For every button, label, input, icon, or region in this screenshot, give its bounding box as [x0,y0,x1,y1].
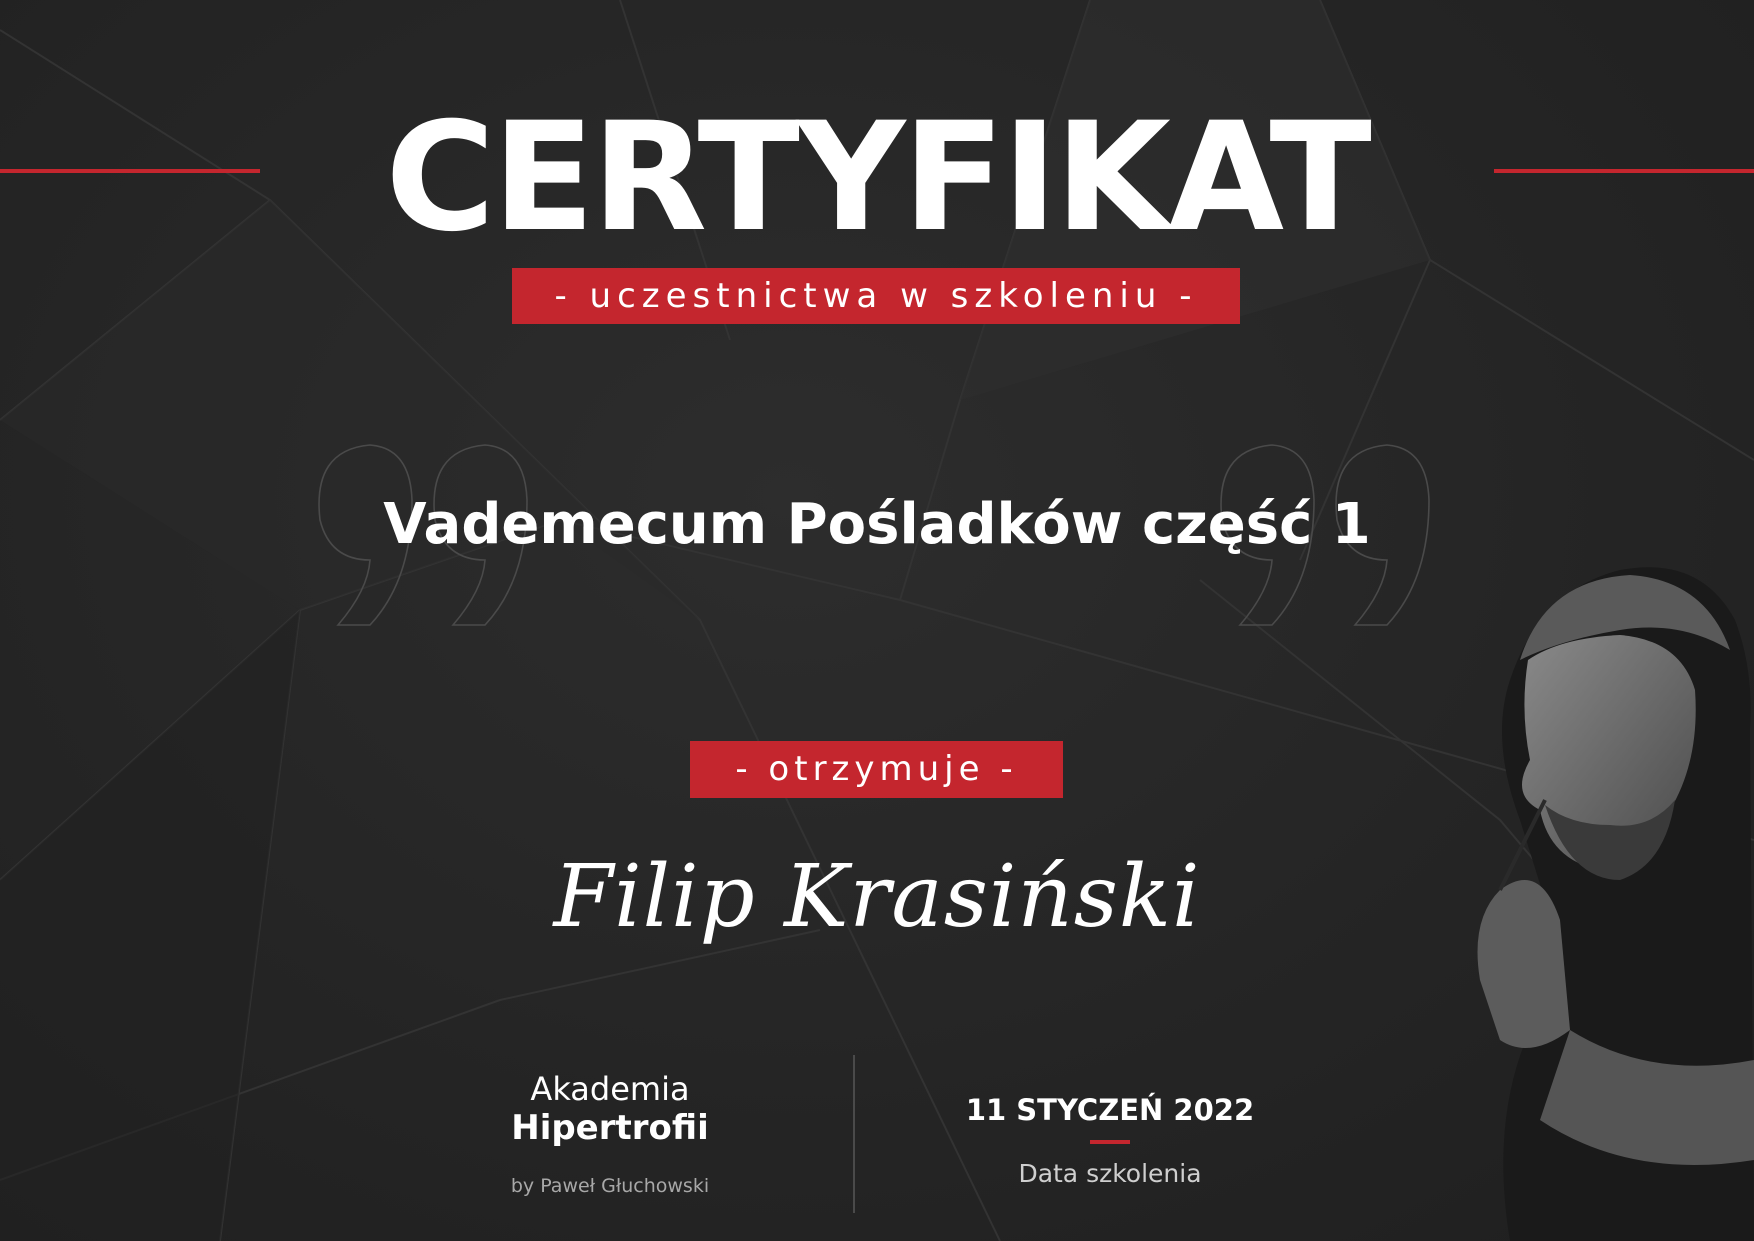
org-author: by Paweł Głuchowski [510,1175,710,1197]
organization-logo: Akademia Hipertrofii by Paweł Głuchowski [470,1070,750,1198]
receives-badge: - otrzymuje - [690,741,1063,798]
org-name-line1: Akademia [530,1070,690,1108]
training-date-label: Data szkolenia [1018,1159,1202,1188]
date-underline [1090,1140,1130,1144]
trainer-portrait-icon [1477,567,1754,1241]
footer-divider [853,1055,855,1213]
course-name: Vademecum Pośladków część 1 [383,492,1371,557]
training-date: 11 STYCZEŃ 2022 [965,1093,1255,1127]
certificate-page: CERTYFIKAT - uczestnictwa w szkoleniu - … [0,0,1754,1241]
org-name-line2: Hipertrofii [511,1108,709,1148]
training-date-block: 11 STYCZEŃ 2022 Data szkolenia [940,1090,1280,1190]
